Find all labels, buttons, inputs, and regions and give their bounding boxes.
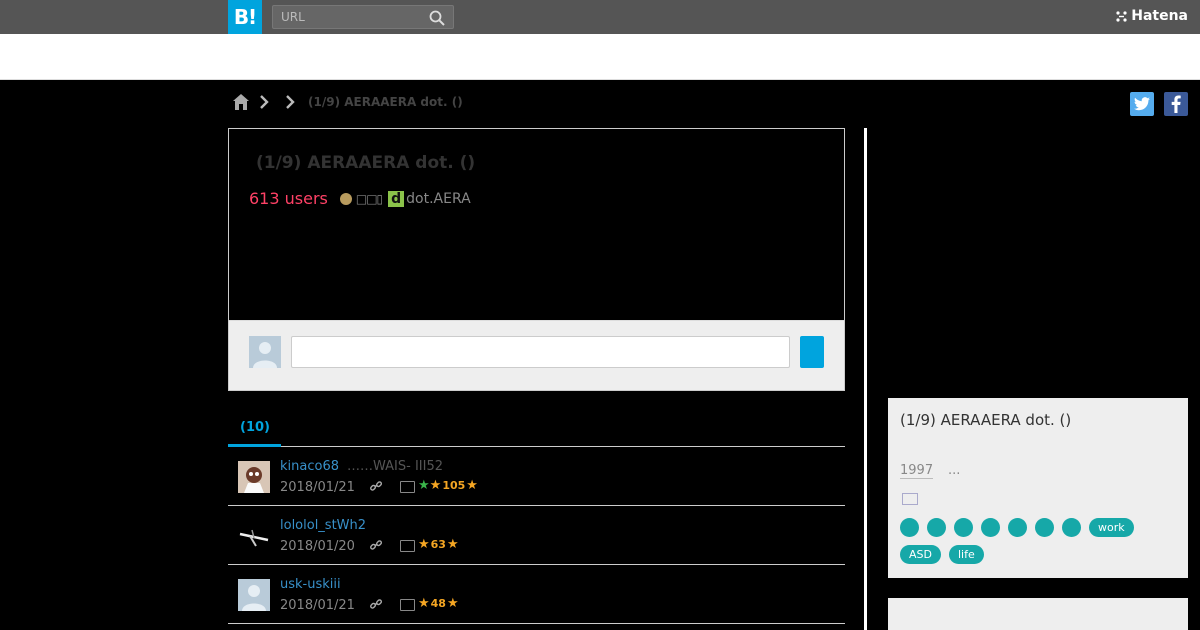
related-entry-card: (1/9) AERAAERA dot. () 1997 ... work ASD…	[888, 398, 1188, 578]
tag[interactable]	[1008, 518, 1027, 537]
thumbnail-icon	[902, 493, 918, 505]
default-user-icon	[249, 336, 281, 368]
tag[interactable]	[981, 518, 1000, 537]
hatena-bookmark-logo[interactable]: B!	[228, 0, 262, 34]
search-box[interactable]	[272, 5, 454, 29]
star-count: 105	[442, 479, 466, 492]
link-icon[interactable]	[369, 479, 383, 493]
hatena-brand-text: Hatena	[1131, 8, 1188, 24]
my-avatar	[249, 336, 281, 368]
tag[interactable]	[1035, 518, 1054, 537]
home-icon[interactable]	[232, 93, 250, 111]
ad-banner-area	[0, 34, 1200, 80]
facebook-share-button[interactable]	[1164, 92, 1188, 116]
bookmark-username[interactable]: usk-uskiii	[280, 577, 341, 592]
site-favicon-icon	[339, 192, 352, 205]
link-icon[interactable]	[369, 597, 383, 611]
star-list[interactable]: ★ 63 ★	[418, 537, 459, 552]
list-item: usk-uskiii 2018/01/21 ★ 48 ★	[228, 565, 845, 624]
bookmark-username[interactable]: kinaco68	[280, 459, 339, 474]
column-divider	[864, 128, 867, 630]
bookmark-comment: ……WAIS- III52	[347, 459, 443, 474]
category-label[interactable]: □□▯	[356, 192, 383, 206]
comment-area	[229, 320, 844, 390]
bookmark-date[interactable]: 2018/01/21	[280, 480, 355, 495]
tab-popular[interactable]: (10)	[228, 410, 281, 447]
bookmark-date[interactable]: 2018/01/21	[280, 598, 355, 613]
yellow-star-icon: ★	[446, 596, 459, 611]
twitter-icon	[1134, 97, 1150, 111]
tag-work[interactable]: work	[1089, 518, 1134, 537]
add-star-icon[interactable]	[400, 481, 415, 493]
hatena-brand-link[interactable]: Hatena	[1115, 8, 1188, 24]
yellow-star-icon: ★	[429, 478, 442, 493]
chevron-right-icon	[286, 95, 295, 109]
default-user-icon	[238, 579, 270, 611]
tag-list: work ASD life	[900, 518, 1180, 564]
user-avatar-icon	[238, 461, 270, 493]
list-item: kinaco68 ……WAIS- III52 2018/01/21 ★ ★ 10…	[228, 447, 845, 506]
site-name-link[interactable]: dot.AERA	[406, 191, 471, 207]
avatar[interactable]	[238, 520, 270, 552]
yellow-star-icon: ★	[418, 596, 430, 611]
bookmark-list: kinaco68 ……WAIS- III52 2018/01/21 ★ ★ 10…	[228, 447, 845, 624]
entry-box: (1/9) AERAAERA dot. () 613 users □□▯ d d…	[228, 128, 845, 391]
star-count: 48	[430, 597, 446, 610]
add-star-icon[interactable]	[400, 599, 415, 611]
tag[interactable]	[927, 518, 946, 537]
hatena-mark-icon	[1116, 10, 1127, 22]
related-entry-more: ...	[948, 463, 961, 478]
yellow-star-icon: ★	[466, 478, 478, 493]
tag[interactable]	[1062, 518, 1081, 537]
star-count: 63	[430, 538, 446, 551]
star-list[interactable]: ★ 48 ★	[418, 596, 459, 611]
avatar[interactable]	[238, 579, 270, 611]
tag-asd[interactable]: ASD	[900, 545, 941, 564]
entry-meta: 613 users □□▯ d dot.AERA	[249, 189, 471, 208]
yellow-star-icon: ★	[446, 537, 459, 552]
avatar[interactable]	[238, 461, 270, 493]
bookmark-username[interactable]: lololol_stWh2	[280, 518, 366, 533]
breadcrumb-current: (1/9) AERAAERA dot. ()	[308, 95, 463, 109]
add-bookmark-button[interactable]	[800, 336, 824, 368]
green-star-icon: ★	[418, 478, 430, 493]
add-star-icon[interactable]	[400, 540, 415, 552]
sidebar-card-2	[888, 598, 1188, 630]
bookmark-date[interactable]: 2018/01/20	[280, 539, 355, 554]
bookmark-comment-input[interactable]	[291, 336, 790, 368]
breadcrumb: (1/9) AERAAERA dot. ()	[232, 92, 463, 112]
list-item: lololol_stWh2 2018/01/20 ★ 63 ★	[228, 506, 845, 565]
top-bar: B! Hatena	[0, 0, 1200, 34]
tag[interactable]	[954, 518, 973, 537]
twitter-share-button[interactable]	[1130, 92, 1154, 116]
yellow-star-icon: ★	[418, 537, 430, 552]
tag[interactable]	[900, 518, 919, 537]
search-input[interactable]	[273, 6, 423, 28]
dot-aera-icon: d	[388, 190, 405, 207]
chevron-right-icon	[260, 95, 269, 109]
related-entry-title[interactable]: (1/9) AERAAERA dot. ()	[900, 408, 1160, 432]
entry-title[interactable]: (1/9) AERAAERA dot. ()	[256, 153, 475, 173]
tag-life[interactable]: life	[948, 545, 984, 564]
bookmark-user-count[interactable]: 613 users	[249, 189, 328, 208]
user-avatar-icon	[238, 520, 270, 552]
bookmark-tabs: (10)	[228, 410, 845, 447]
related-entry-year[interactable]: 1997	[900, 463, 934, 479]
star-list[interactable]: ★ ★ 105 ★	[418, 478, 478, 493]
link-icon[interactable]	[369, 538, 383, 552]
search-icon[interactable]	[429, 10, 445, 26]
facebook-icon	[1171, 95, 1181, 113]
